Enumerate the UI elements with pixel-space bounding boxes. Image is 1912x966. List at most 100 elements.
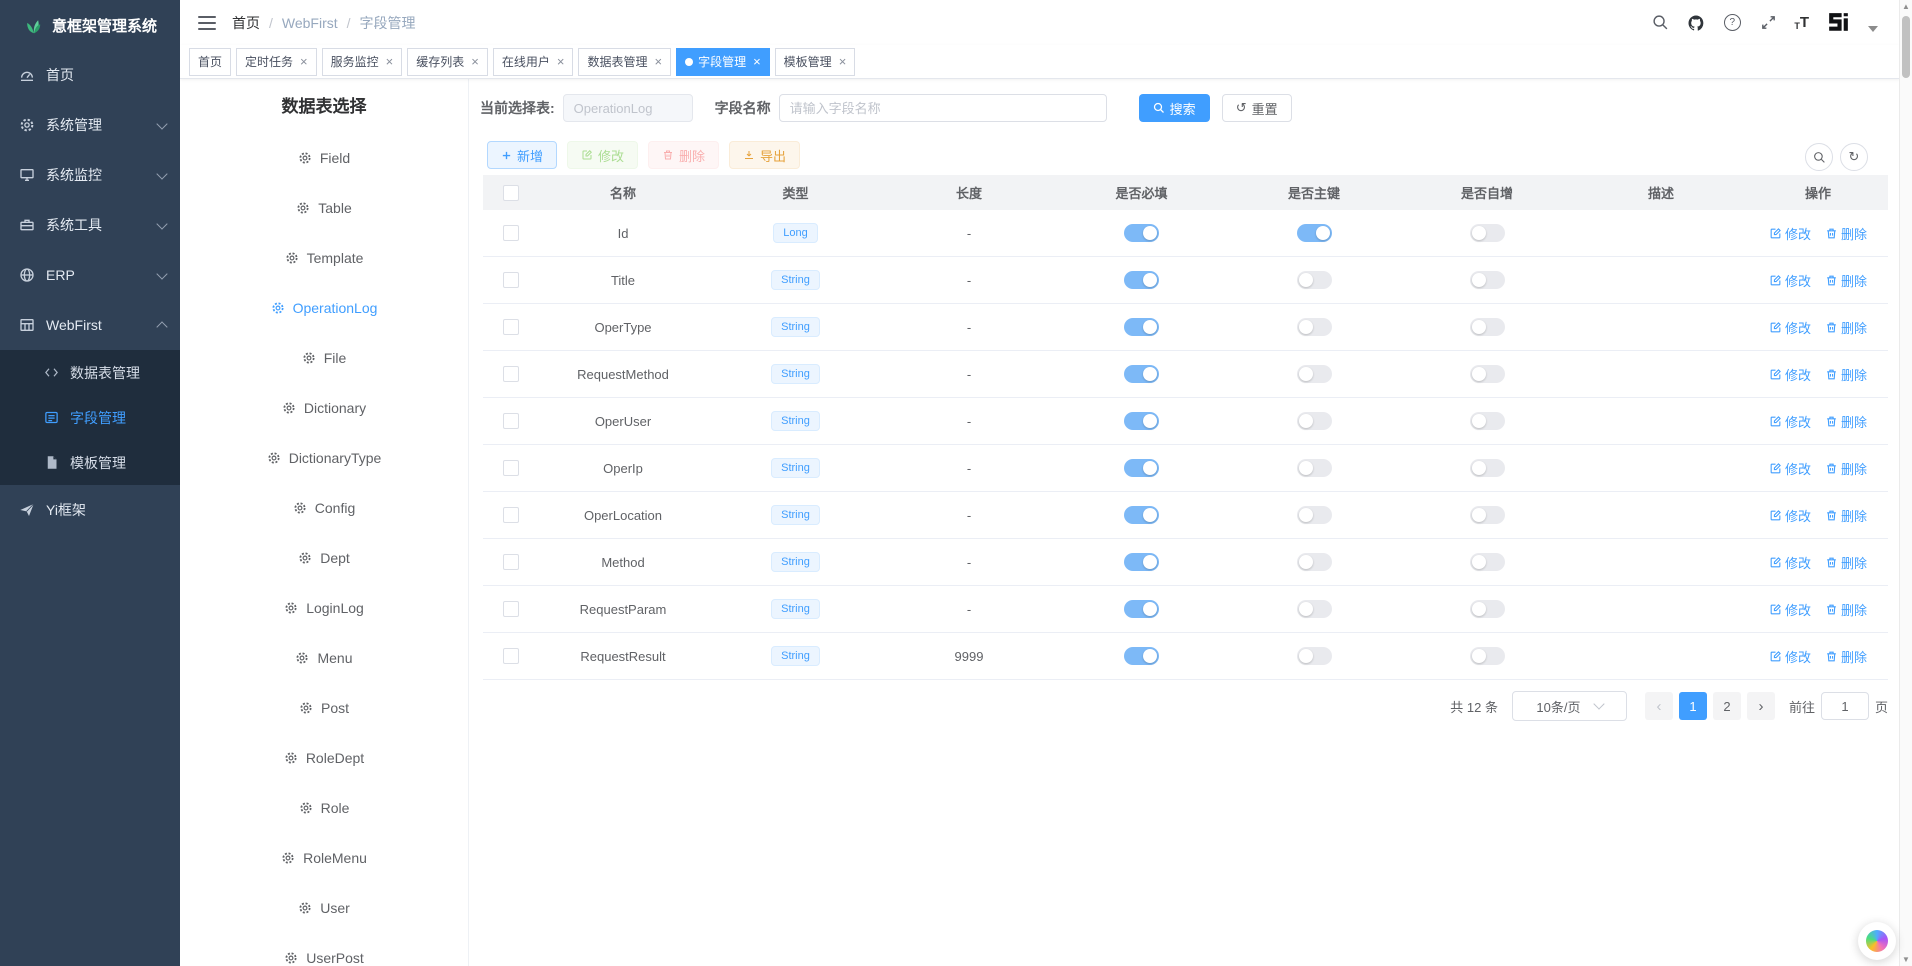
- row-delete-link[interactable]: 删除: [1825, 365, 1867, 384]
- table-tree-item-Field[interactable]: Field: [180, 133, 468, 183]
- table-search-button[interactable]: [1805, 143, 1833, 171]
- add-button[interactable]: 新增: [487, 141, 557, 169]
- sidebar-item-system-admin[interactable]: 系统管理: [0, 100, 180, 150]
- table-tree-item-Menu[interactable]: Menu: [180, 633, 468, 683]
- tab-close-icon[interactable]: ×: [753, 54, 761, 69]
- row-checkbox[interactable]: [503, 225, 519, 241]
- row-checkbox[interactable]: [503, 507, 519, 523]
- row-checkbox[interactable]: [503, 554, 519, 570]
- sidebar-item-system-monitor[interactable]: 系统监控: [0, 150, 180, 200]
- primary-toggle[interactable]: [1297, 459, 1332, 477]
- help-icon[interactable]: ?: [1722, 13, 1742, 33]
- search-button[interactable]: 搜索: [1139, 94, 1210, 122]
- primary-toggle[interactable]: [1297, 318, 1332, 336]
- tab-缓存列表[interactable]: 缓存列表×: [407, 48, 488, 76]
- primary-toggle[interactable]: [1297, 365, 1332, 383]
- table-tree-item-User[interactable]: User: [180, 883, 468, 933]
- sidebar-item-home[interactable]: 首页: [0, 50, 180, 100]
- github-icon[interactable]: [1686, 13, 1706, 33]
- row-delete-link[interactable]: 删除: [1825, 459, 1867, 478]
- ai-assistant-button[interactable]: [1858, 922, 1896, 960]
- primary-toggle[interactable]: [1297, 224, 1332, 242]
- row-edit-link[interactable]: 修改: [1769, 506, 1811, 525]
- edit-button[interactable]: 修改: [567, 141, 638, 169]
- sidebar-item-system-tools[interactable]: 系统工具: [0, 200, 180, 250]
- required-toggle[interactable]: [1124, 412, 1159, 430]
- next-page-button[interactable]: ›: [1747, 692, 1775, 720]
- tab-close-icon[interactable]: ×: [471, 54, 479, 69]
- tab-模板管理[interactable]: 模板管理×: [775, 48, 856, 76]
- row-edit-link[interactable]: 修改: [1769, 647, 1811, 666]
- browser-scrollbar[interactable]: ▲ ▼: [1899, 0, 1912, 966]
- table-tree-item-Role[interactable]: Role: [180, 783, 468, 833]
- table-tree-item-Post[interactable]: Post: [180, 683, 468, 733]
- required-toggle[interactable]: [1124, 553, 1159, 571]
- page-button-2[interactable]: 2: [1713, 692, 1741, 720]
- sidebar-item-field-management[interactable]: 字段管理: [0, 395, 180, 440]
- row-checkbox[interactable]: [503, 272, 519, 288]
- breadcrumb-home[interactable]: 首页: [232, 13, 260, 33]
- row-delete-link[interactable]: 删除: [1825, 318, 1867, 337]
- prev-page-button[interactable]: ‹: [1645, 692, 1673, 720]
- primary-toggle[interactable]: [1297, 271, 1332, 289]
- required-toggle[interactable]: [1124, 600, 1159, 618]
- sidebar-item-table-management[interactable]: 数据表管理: [0, 350, 180, 395]
- tab-close-icon[interactable]: ×: [654, 54, 662, 69]
- primary-toggle[interactable]: [1297, 553, 1332, 571]
- table-tree-item-LoginLog[interactable]: LoginLog: [180, 583, 468, 633]
- table-tree-item-OperationLog[interactable]: OperationLog: [180, 283, 468, 333]
- tab-字段管理[interactable]: 字段管理×: [676, 48, 770, 76]
- font-size-icon[interactable]: TT: [1794, 14, 1809, 31]
- row-checkbox[interactable]: [503, 413, 519, 429]
- field-name-input[interactable]: [779, 94, 1107, 122]
- row-delete-link[interactable]: 删除: [1825, 224, 1867, 243]
- row-delete-link[interactable]: 删除: [1825, 271, 1867, 290]
- table-tree-item-File[interactable]: File: [180, 333, 468, 383]
- table-tree-item-Config[interactable]: Config: [180, 483, 468, 533]
- row-edit-link[interactable]: 修改: [1769, 459, 1811, 478]
- table-tree-item-Dept[interactable]: Dept: [180, 533, 468, 583]
- export-button[interactable]: 导出: [729, 141, 800, 169]
- table-tree-item-DictionaryType[interactable]: DictionaryType: [180, 433, 468, 483]
- table-tree-item-Dictionary[interactable]: Dictionary: [180, 383, 468, 433]
- required-toggle[interactable]: [1124, 271, 1159, 289]
- row-checkbox[interactable]: [503, 366, 519, 382]
- increment-toggle[interactable]: [1470, 459, 1505, 477]
- scrollbar-thumb[interactable]: [1902, 16, 1910, 78]
- row-edit-link[interactable]: 修改: [1769, 412, 1811, 431]
- row-edit-link[interactable]: 修改: [1769, 553, 1811, 572]
- row-edit-link[interactable]: 修改: [1769, 600, 1811, 619]
- row-edit-link[interactable]: 修改: [1769, 271, 1811, 290]
- primary-toggle[interactable]: [1297, 647, 1332, 665]
- tab-close-icon[interactable]: ×: [300, 54, 308, 69]
- row-edit-link[interactable]: 修改: [1769, 365, 1811, 384]
- row-edit-link[interactable]: 修改: [1769, 318, 1811, 337]
- tab-定时任务[interactable]: 定时任务×: [236, 48, 317, 76]
- fullscreen-icon[interactable]: [1758, 13, 1778, 33]
- required-toggle[interactable]: [1124, 459, 1159, 477]
- user-avatar[interactable]: [1825, 9, 1852, 36]
- select-all-checkbox[interactable]: [503, 185, 519, 201]
- required-toggle[interactable]: [1124, 318, 1159, 336]
- increment-toggle[interactable]: [1470, 412, 1505, 430]
- table-tree-item-RoleDept[interactable]: RoleDept: [180, 733, 468, 783]
- hamburger-menu-icon[interactable]: [198, 16, 216, 30]
- increment-toggle[interactable]: [1470, 647, 1505, 665]
- row-delete-link[interactable]: 删除: [1825, 647, 1867, 666]
- tab-数据表管理[interactable]: 数据表管理×: [578, 48, 671, 76]
- search-icon[interactable]: [1650, 13, 1670, 33]
- primary-toggle[interactable]: [1297, 600, 1332, 618]
- required-toggle[interactable]: [1124, 224, 1159, 242]
- primary-toggle[interactable]: [1297, 506, 1332, 524]
- table-tree-item-UserPost[interactable]: UserPost: [180, 933, 468, 966]
- row-checkbox[interactable]: [503, 460, 519, 476]
- tab-close-icon[interactable]: ×: [386, 54, 394, 69]
- primary-toggle[interactable]: [1297, 412, 1332, 430]
- increment-toggle[interactable]: [1470, 600, 1505, 618]
- increment-toggle[interactable]: [1470, 224, 1505, 242]
- increment-toggle[interactable]: [1470, 365, 1505, 383]
- row-delete-link[interactable]: 删除: [1825, 553, 1867, 572]
- increment-toggle[interactable]: [1470, 318, 1505, 336]
- reset-button[interactable]: ↺ 重置: [1222, 94, 1292, 122]
- increment-toggle[interactable]: [1470, 553, 1505, 571]
